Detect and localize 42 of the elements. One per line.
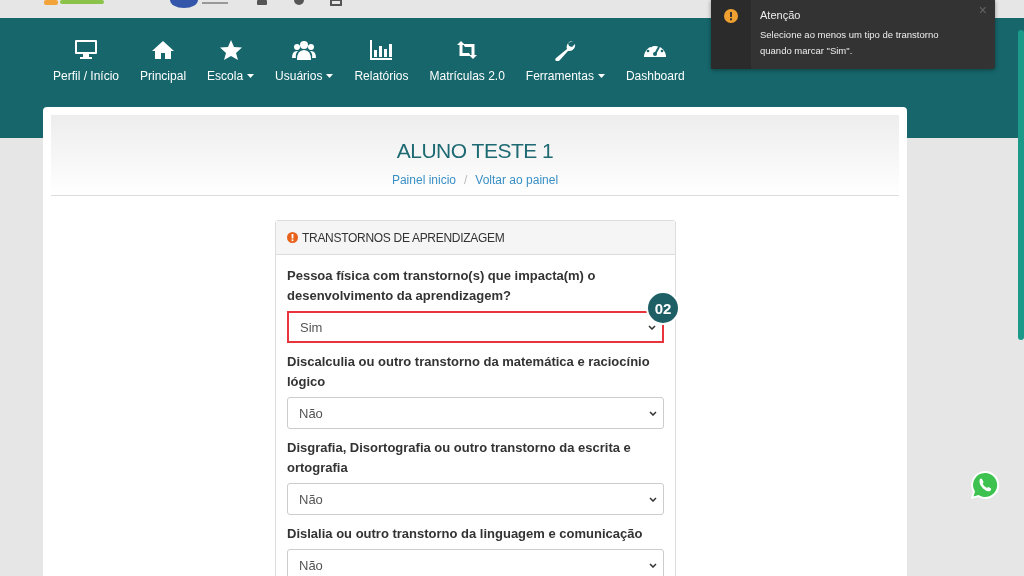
field-label: Discalculia ou outro transtorno da matemática e raciocínio lógico bbox=[287, 353, 651, 391]
scrollbar[interactable] bbox=[1018, 30, 1024, 340]
alert-icon bbox=[287, 232, 298, 243]
toast-title: Atenção bbox=[760, 9, 802, 21]
caret-icon bbox=[597, 74, 605, 78]
nav-item[interactable]: Relatórios bbox=[346, 39, 417, 83]
field-label: Pessoa física com transtorno(s) que impacta(m) o desenvolvimento da aprendizagem? bbox=[287, 267, 597, 305]
nav-item[interactable]: Matrículas 2.0 bbox=[421, 39, 513, 83]
arrows-icon bbox=[455, 39, 480, 61]
field-label: Dislalia ou outro transtorno da linguagem e comunicação bbox=[287, 525, 644, 543]
star-icon bbox=[218, 39, 243, 61]
emblem-icon bbox=[170, 0, 230, 8]
bar-chart-icon bbox=[369, 39, 394, 61]
breadcrumb-separator: / bbox=[464, 173, 468, 187]
wrench-icon bbox=[553, 39, 578, 61]
field-label: Disgrafia, Disortografia ou outro transtorno da escrita e ortografia bbox=[287, 439, 632, 477]
panel-title: TRANSTORNOS DE APRENDIZAGEM bbox=[302, 230, 505, 245]
nav-item[interactable]: Usuários bbox=[267, 39, 342, 83]
nav-item[interactable]: Dashboard bbox=[617, 39, 693, 83]
nav-item[interactable]: Ferramentas bbox=[517, 39, 613, 83]
breadcrumb-link[interactable]: Voltar ao painel bbox=[475, 173, 559, 187]
select-field[interactable]: Não bbox=[287, 549, 664, 576]
step-badge: 02 bbox=[646, 291, 680, 325]
caret-icon bbox=[247, 74, 255, 78]
toast-message: Selecione ao menos um tipo de transtorno quando marcar "Sim". bbox=[760, 28, 940, 58]
chevron-icon bbox=[648, 324, 656, 330]
users-icon bbox=[292, 39, 317, 61]
warning-icon bbox=[724, 9, 738, 23]
breadcrumb-link[interactable]: Painel inicio bbox=[391, 173, 456, 187]
nav-item[interactable]: Escola bbox=[199, 39, 263, 83]
chevron-icon bbox=[649, 410, 657, 416]
select-field[interactable]: Não bbox=[287, 397, 664, 429]
home-icon bbox=[151, 39, 176, 61]
chevron-icon bbox=[649, 496, 657, 502]
caret-icon bbox=[326, 74, 334, 78]
chevron-icon bbox=[649, 562, 657, 568]
page-title: ALUNO TESTE 1 bbox=[396, 139, 554, 163]
nav-item[interactable]: Principal bbox=[132, 39, 195, 83]
select-field[interactable]: Não bbox=[287, 483, 664, 515]
nav-item[interactable]: Perfil / Início bbox=[45, 39, 128, 83]
logo-icon bbox=[44, 0, 104, 6]
monitor-icon bbox=[74, 39, 98, 61]
